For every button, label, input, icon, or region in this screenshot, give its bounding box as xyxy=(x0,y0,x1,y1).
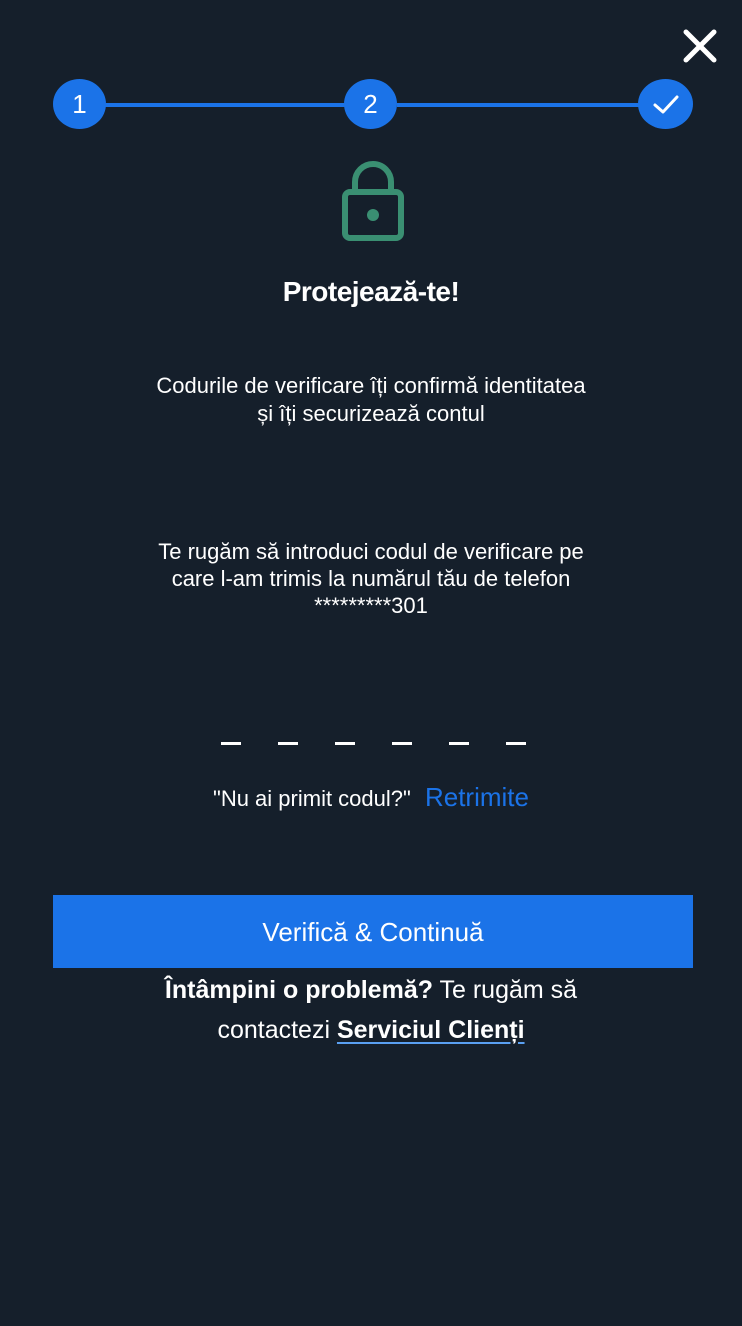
subtitle: Codurile de verificare îți confirmă iden… xyxy=(120,372,622,428)
instructions-line: Te rugăm să introduci codul de verificar… xyxy=(158,539,584,564)
help-bold-text: Întâmpini o problemă? xyxy=(164,976,433,1004)
subtitle-line: și îți securizează contul xyxy=(257,401,485,426)
step-connector xyxy=(103,103,347,107)
masked-phone-number: *********301 xyxy=(314,593,428,618)
code-digit-slot[interactable] xyxy=(506,742,526,745)
page-title: Protejează-te! xyxy=(282,276,460,307)
close-icon xyxy=(683,29,717,63)
step-2: 2 xyxy=(344,79,397,129)
resend-question: "Nu ai primit codul?" xyxy=(213,786,411,811)
instructions: Te rugăm să introduci codul de verificar… xyxy=(120,538,622,619)
code-digit-slot[interactable] xyxy=(278,742,298,745)
lock-icon xyxy=(342,161,404,241)
instructions-line: care l-am trimis la numărul tău de telef… xyxy=(171,566,571,591)
step-connector xyxy=(397,103,641,107)
verification-code-input[interactable] xyxy=(218,728,538,758)
code-digit-slot[interactable] xyxy=(221,742,241,745)
subtitle-line: Codurile de verificare îți confirmă iden… xyxy=(156,373,586,398)
step-3-complete xyxy=(638,79,693,129)
code-digit-slot[interactable] xyxy=(392,742,412,745)
step-2-label: 2 xyxy=(363,89,378,119)
customer-service-link[interactable]: Serviciul Clienți xyxy=(337,1016,525,1044)
step-1-label: 1 xyxy=(72,89,87,119)
code-digit-slot[interactable] xyxy=(335,742,355,745)
code-digit-slot[interactable] xyxy=(449,742,469,745)
close-button[interactable] xyxy=(680,26,720,66)
verify-continue-button[interactable]: Verifică & Continuă xyxy=(53,895,693,968)
lock-icon-container xyxy=(336,160,410,246)
resend-row: "Nu ai primit codul?" Retrimite xyxy=(0,782,742,813)
resend-link[interactable]: Retrimite xyxy=(425,782,529,812)
progress-stepper: 1 2 xyxy=(53,78,693,132)
checkmark-icon xyxy=(653,95,678,114)
help-text: Întâmpini o problemă? Te rugăm să contac… xyxy=(120,970,622,1050)
step-1: 1 xyxy=(53,79,106,129)
